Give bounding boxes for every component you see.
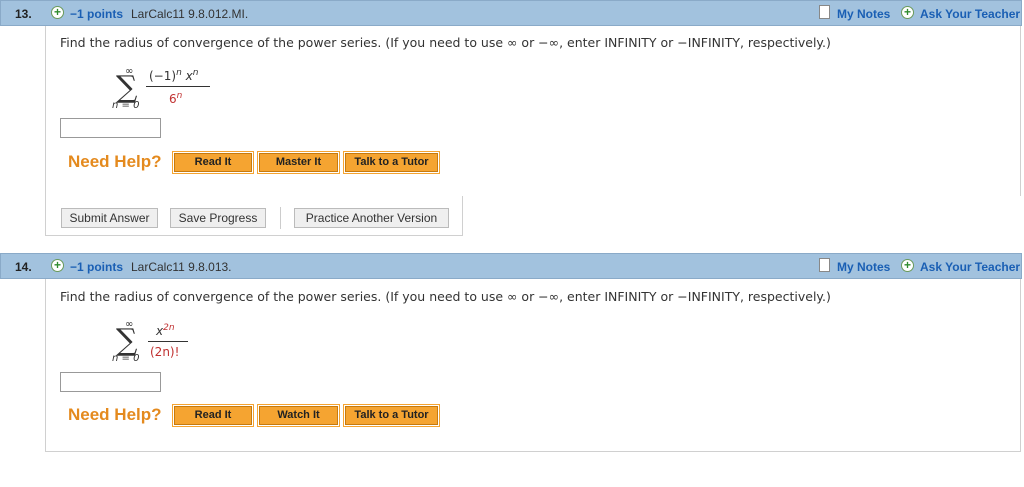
read-it-button[interactable]: Read It [172,404,254,427]
ask-teacher-link[interactable]: Ask Your Teacher [920,7,1020,21]
power-series-formula: ∞ ∑ n = 0 (−1)n xn 6n [106,66,226,116]
denominator: 6n [169,91,183,106]
submit-answer-button[interactable]: Submit Answer [61,208,158,228]
sigma-icon: ∑ [116,323,138,358]
divider [280,207,281,229]
question-source: LarCalc11 9.8.012.MI. [131,7,249,21]
question-source: LarCalc11 9.8.013. [131,260,232,274]
sum-lower-limit: n = 0 [112,100,140,111]
need-help-label: Need Help? [68,405,162,424]
plus-icon[interactable]: + [51,259,64,272]
my-notes-link[interactable]: My Notes [837,260,890,274]
sum-lower-limit: n = 0 [112,353,140,364]
sigma-icon: ∑ [116,70,138,105]
fraction-line [148,341,188,342]
save-progress-button[interactable]: Save Progress [170,208,266,228]
question-number: 14. [15,260,32,274]
plus-icon[interactable]: + [51,6,64,19]
notes-icon[interactable] [819,5,830,19]
points-link[interactable]: −1 points [70,7,123,21]
power-series-formula: ∞ ∑ n = 0 x2n (2n)! [106,319,226,369]
question-prompt: Find the radius of convergence of the po… [60,289,831,304]
question-number: 13. [15,7,32,21]
question-14-body: Find the radius of convergence of the po… [45,279,1021,452]
master-it-button[interactable]: Master It [257,151,340,174]
numerator: x2n [156,323,175,338]
plus-icon[interactable]: + [901,6,914,19]
read-it-button[interactable]: Read It [172,151,254,174]
practice-another-version-button[interactable]: Practice Another Version [294,208,449,228]
my-notes-link[interactable]: My Notes [837,7,890,21]
need-help-label: Need Help? [68,152,162,171]
talk-to-tutor-button[interactable]: Talk to a Tutor [343,151,440,174]
numerator: (−1)n xn [149,68,199,83]
answer-input[interactable] [60,372,161,392]
question-13-header: 13. + −1 points LarCalc11 9.8.012.MI. My… [0,0,1022,26]
plus-icon[interactable]: + [901,259,914,272]
talk-to-tutor-button[interactable]: Talk to a Tutor [343,404,440,427]
ask-teacher-link[interactable]: Ask Your Teacher [920,260,1020,274]
question-prompt: Find the radius of convergence of the po… [60,35,831,50]
points-link[interactable]: −1 points [70,260,123,274]
fraction-line [146,86,210,87]
denominator: (2n)! [150,345,180,359]
watch-it-button[interactable]: Watch It [257,404,340,427]
question-14-header: 14. + −1 points LarCalc11 9.8.013. My No… [0,253,1022,279]
notes-icon[interactable] [819,258,830,272]
answer-input[interactable] [60,118,161,138]
question-13-content: Find the radius of convergence of the po… [45,26,1021,196]
